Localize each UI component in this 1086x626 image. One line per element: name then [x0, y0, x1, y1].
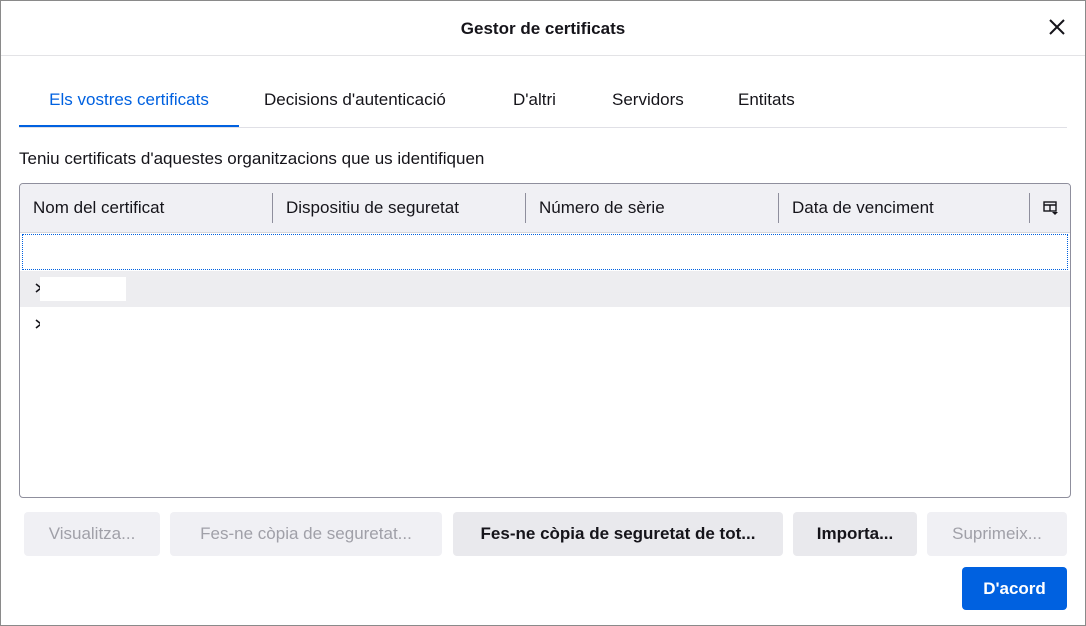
tab-people[interactable]: D'altri: [513, 77, 556, 126]
tab-bar: Els vostres certificats Decisions d'aute…: [19, 77, 1067, 128]
row-label: [40, 277, 126, 301]
import-button[interactable]: Importa...: [793, 512, 917, 556]
delete-button[interactable]: Suprimeix...: [927, 512, 1067, 556]
tree-header: Nom del certificat Dispositiu de seguret…: [20, 184, 1070, 233]
tree-row[interactable]: [20, 271, 1070, 307]
tree-row[interactable]: [22, 234, 1068, 270]
backup-all-button[interactable]: Fes-ne còpia de seguretat de tot...: [453, 512, 783, 556]
column-header-expiry-date[interactable]: Data de venciment: [779, 184, 1029, 232]
column-picker-icon[interactable]: [1042, 199, 1060, 217]
tree-row[interactable]: [20, 307, 1070, 343]
tab-authorities[interactable]: Entitats: [738, 77, 795, 126]
view-button[interactable]: Visualitza...: [24, 512, 160, 556]
column-header-security-device[interactable]: Dispositiu de seguretat: [273, 184, 525, 232]
certificate-tree[interactable]: Nom del certificat Dispositiu de seguret…: [19, 183, 1071, 498]
row-label: [35, 241, 75, 265]
certificate-manager-dialog: Gestor de certificats Els vostres certif…: [0, 0, 1086, 626]
title-bar: Gestor de certificats: [1, 1, 1085, 56]
intro-text: Teniu certificats d'aquestes organitzaci…: [19, 149, 485, 168]
tab-servers[interactable]: Servidors: [612, 77, 684, 126]
backup-button[interactable]: Fes-ne còpia de seguretat...: [170, 512, 442, 556]
column-header-serial-number[interactable]: Número de sèrie: [526, 184, 778, 232]
ok-button[interactable]: D'acord: [962, 567, 1067, 610]
column-header-certificate-name[interactable]: Nom del certificat: [20, 184, 272, 232]
row-label: [40, 313, 126, 337]
tab-your-certificates[interactable]: Els vostres certificats: [19, 77, 239, 127]
tab-authentication-decisions[interactable]: Decisions d'autenticació: [264, 77, 446, 126]
dialog-title: Gestor de certificats: [460, 19, 626, 38]
close-icon[interactable]: [1045, 15, 1069, 39]
column-splitter[interactable]: [1029, 193, 1030, 223]
